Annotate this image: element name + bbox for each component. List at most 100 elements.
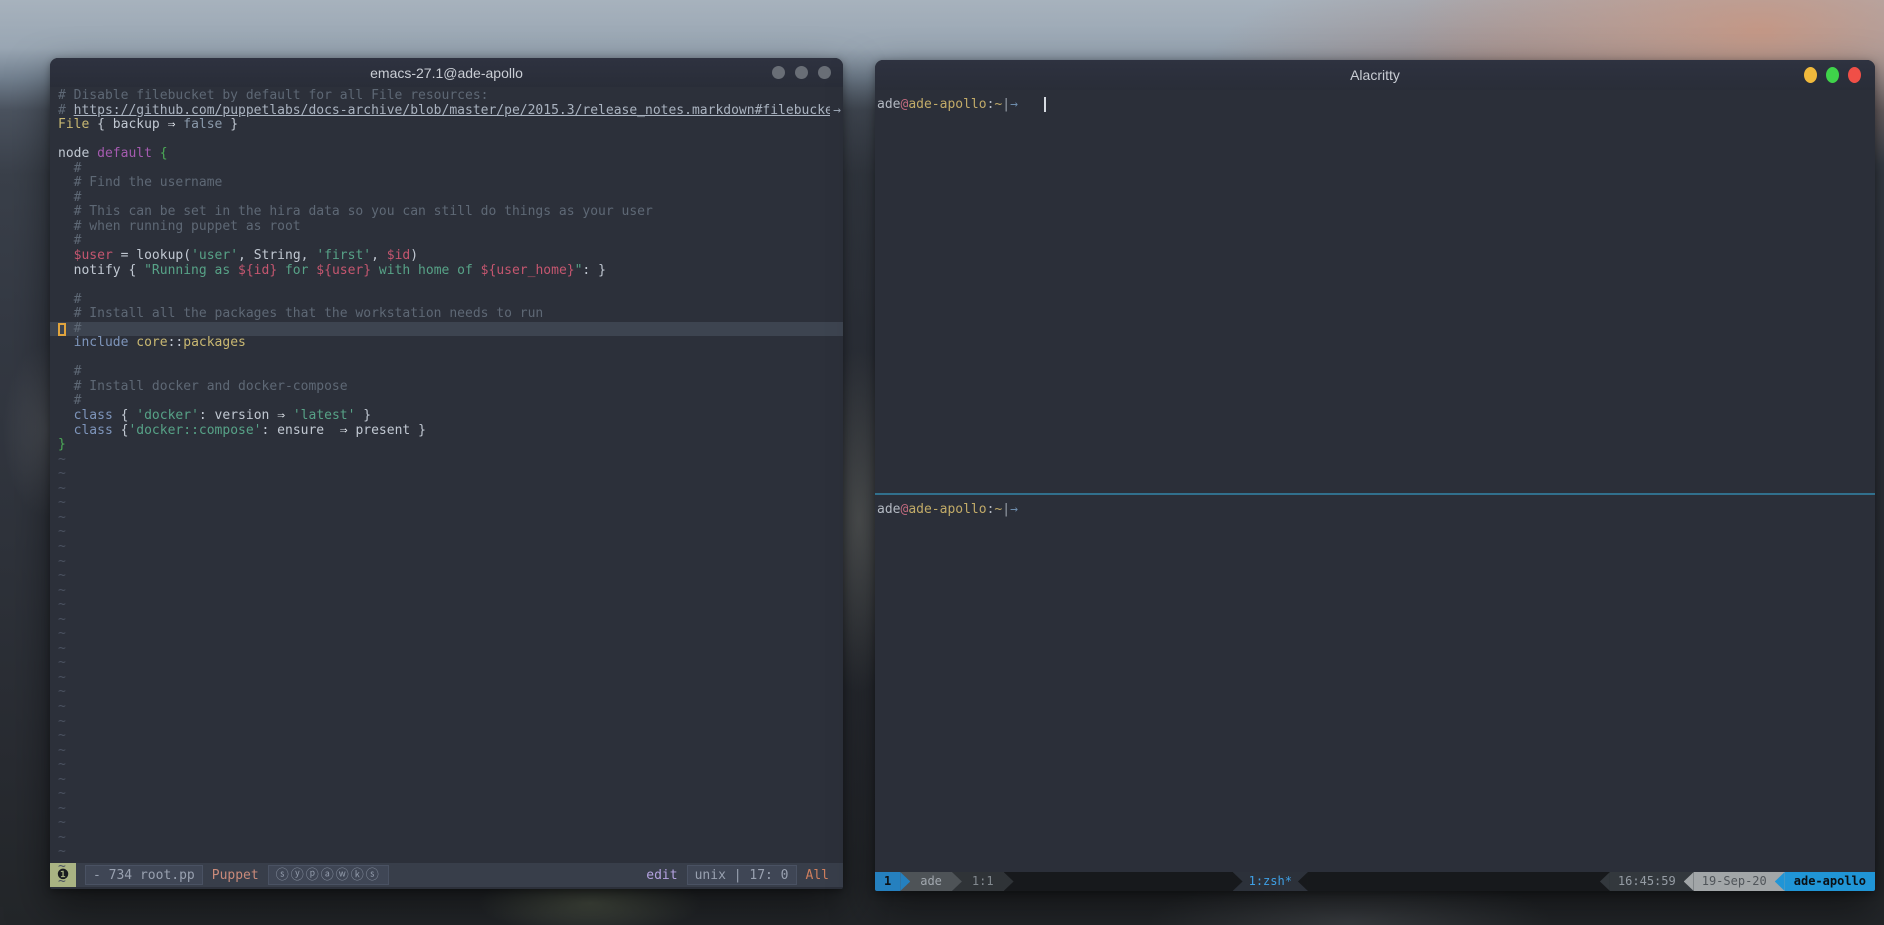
powerline-arrow-icon xyxy=(1775,872,1785,891)
tmux-status-gap xyxy=(1014,872,1233,891)
code-line: node default { xyxy=(50,147,843,162)
code-line: # This can be set in the hira data so yo… xyxy=(50,205,843,220)
empty-line-marker: ~ xyxy=(50,656,843,671)
empty-line-marker: ~ xyxy=(50,482,843,497)
powerline-arrow-icon xyxy=(1600,872,1610,891)
code-line: notify { "Running as ${id} for ${user} w… xyxy=(50,264,843,279)
empty-line-marker: ~ xyxy=(50,453,843,468)
empty-line-marker: ~ xyxy=(50,875,843,889)
empty-line-marker: ~ xyxy=(50,816,843,831)
window-button-icon[interactable] xyxy=(818,66,831,79)
powerline-arrow-icon xyxy=(1004,872,1014,891)
code-line: include core::packages xyxy=(50,336,843,351)
empty-line-marker: ~ xyxy=(50,496,843,511)
emacs-titlebar[interactable]: emacs-27.1@ade-apollo xyxy=(50,58,843,87)
code-line: # https://github.com/puppetlabs/docs-arc… xyxy=(50,104,843,119)
alacritty-titlebar[interactable]: Alacritty xyxy=(875,60,1875,90)
truncation-arrow-icon: → xyxy=(830,104,841,119)
empty-line-marker: ~ xyxy=(50,511,843,526)
empty-line-marker: ~ xyxy=(50,584,843,599)
emacs-cursor xyxy=(58,323,66,336)
empty-line-marker: ~ xyxy=(50,787,843,802)
tmux-hostname: ade-apollo xyxy=(1785,872,1875,891)
code-line: # xyxy=(50,293,843,308)
empty-line-marker: ~ xyxy=(50,831,843,846)
empty-line-marker: ~ xyxy=(50,758,843,773)
code-line: # xyxy=(50,162,843,177)
prompt-user: ade xyxy=(877,97,900,112)
empty-line-marker: ~ xyxy=(50,569,843,584)
shell-prompt: ade@ade-apollo:~|→ xyxy=(877,501,1875,518)
code-line: # when running puppet as root xyxy=(50,220,843,235)
emacs-window-title: emacs-27.1@ade-apollo xyxy=(370,65,523,81)
powerline-arrow-icon xyxy=(900,872,910,891)
empty-line-marker: ~ xyxy=(50,467,843,482)
code-line: # xyxy=(50,394,843,409)
maximize-button-icon[interactable] xyxy=(1826,67,1839,83)
prompt-arrow-icon: → xyxy=(1010,502,1018,517)
terminal-cursor xyxy=(1044,97,1046,112)
emacs-window-buttons xyxy=(772,58,831,87)
alacritty-window-buttons xyxy=(1804,60,1861,90)
code-line xyxy=(50,351,843,366)
empty-line-marker: ~ xyxy=(50,802,843,817)
powerline-arrow-icon xyxy=(1233,872,1243,891)
alacritty-window-title: Alacritty xyxy=(1350,67,1400,83)
shell-prompt: ade@ade-apollo:~|→ xyxy=(877,96,1875,113)
empty-line-marker: ~ xyxy=(50,685,843,700)
prompt-pipe: | xyxy=(1002,97,1010,112)
terminal-area: ade@ade-apollo:~|→ ade@ade-apollo:~|→ xyxy=(875,90,1875,872)
empty-line-marker: ~ xyxy=(50,860,843,875)
alacritty-window: Alacritty ade@ade-apollo:~|→ ade@ade-apo… xyxy=(875,60,1875,891)
prompt-arrow-icon: → xyxy=(1010,97,1018,112)
emacs-window: emacs-27.1@ade-apollo # Disable filebuck… xyxy=(50,58,843,889)
code-line: # Find the username xyxy=(50,176,843,191)
empty-line-marker: ~ xyxy=(50,555,843,570)
window-button-icon[interactable] xyxy=(772,66,785,79)
empty-line-marker: ~ xyxy=(50,598,843,613)
code-line: # xyxy=(50,365,843,380)
emacs-buffer[interactable]: # Disable filebucket by default for all … xyxy=(50,87,843,863)
minimize-button-icon[interactable] xyxy=(1804,67,1817,83)
prompt-host: ade-apollo xyxy=(908,502,986,517)
code-line xyxy=(50,133,843,148)
prompt-pipe: | xyxy=(1002,502,1010,517)
tmux-clock: 16:45:59 xyxy=(1610,872,1684,891)
tmux-status-bar: 1 ade 1:1 1:zsh* 16:45:59 19-Sep-20 ade-… xyxy=(875,872,1875,891)
code-line: # Install docker and docker-compose xyxy=(50,380,843,395)
empty-line-marker: ~ xyxy=(50,845,843,860)
tmux-status-gap xyxy=(1308,872,1600,891)
code-line: $user = lookup('user', String, 'first', … xyxy=(50,249,843,264)
window-button-icon[interactable] xyxy=(795,66,808,79)
code-line: # xyxy=(50,322,843,337)
code-line xyxy=(50,278,843,293)
empty-line-marker: ~ xyxy=(50,700,843,715)
tmux-current-window[interactable]: 1:zsh* xyxy=(1243,872,1298,891)
code-line: # xyxy=(50,191,843,206)
powerline-arrow-icon xyxy=(1298,872,1308,891)
empty-line-marker: ~ xyxy=(50,729,843,744)
powerline-arrow-icon xyxy=(952,872,962,891)
empty-line-marker: ~ xyxy=(50,627,843,642)
code-line: File { backup ⇒ false } xyxy=(50,118,843,133)
tmux-pane-top[interactable]: ade@ade-apollo:~|→ xyxy=(875,90,1875,493)
prompt-host: ade-apollo xyxy=(908,97,986,112)
code-line: # xyxy=(50,234,843,249)
close-button-icon[interactable] xyxy=(1848,67,1861,83)
tmux-date: 19-Sep-20 xyxy=(1694,872,1775,891)
empty-line-marker: ~ xyxy=(50,671,843,686)
code-line: class { 'docker': version ⇒ 'latest' } xyxy=(50,409,843,424)
tmux-window-index: 1:1 xyxy=(962,872,1004,891)
tmux-session-index: 1 xyxy=(875,872,900,891)
powerline-arrow-icon xyxy=(1684,872,1694,891)
empty-line-marker: ~ xyxy=(50,715,843,730)
prompt-user: ade xyxy=(877,502,900,517)
empty-line-marker: ~ xyxy=(50,613,843,628)
tmux-user: ade xyxy=(910,872,952,891)
empty-line-marker: ~ xyxy=(50,773,843,788)
code-line: } xyxy=(50,438,843,453)
empty-line-marker: ~ xyxy=(50,540,843,555)
empty-line-marker: ~ xyxy=(50,642,843,657)
tmux-pane-bottom[interactable]: ade@ade-apollo:~|→ xyxy=(875,495,1875,518)
code-line: # Disable filebucket by default for all … xyxy=(50,89,843,104)
